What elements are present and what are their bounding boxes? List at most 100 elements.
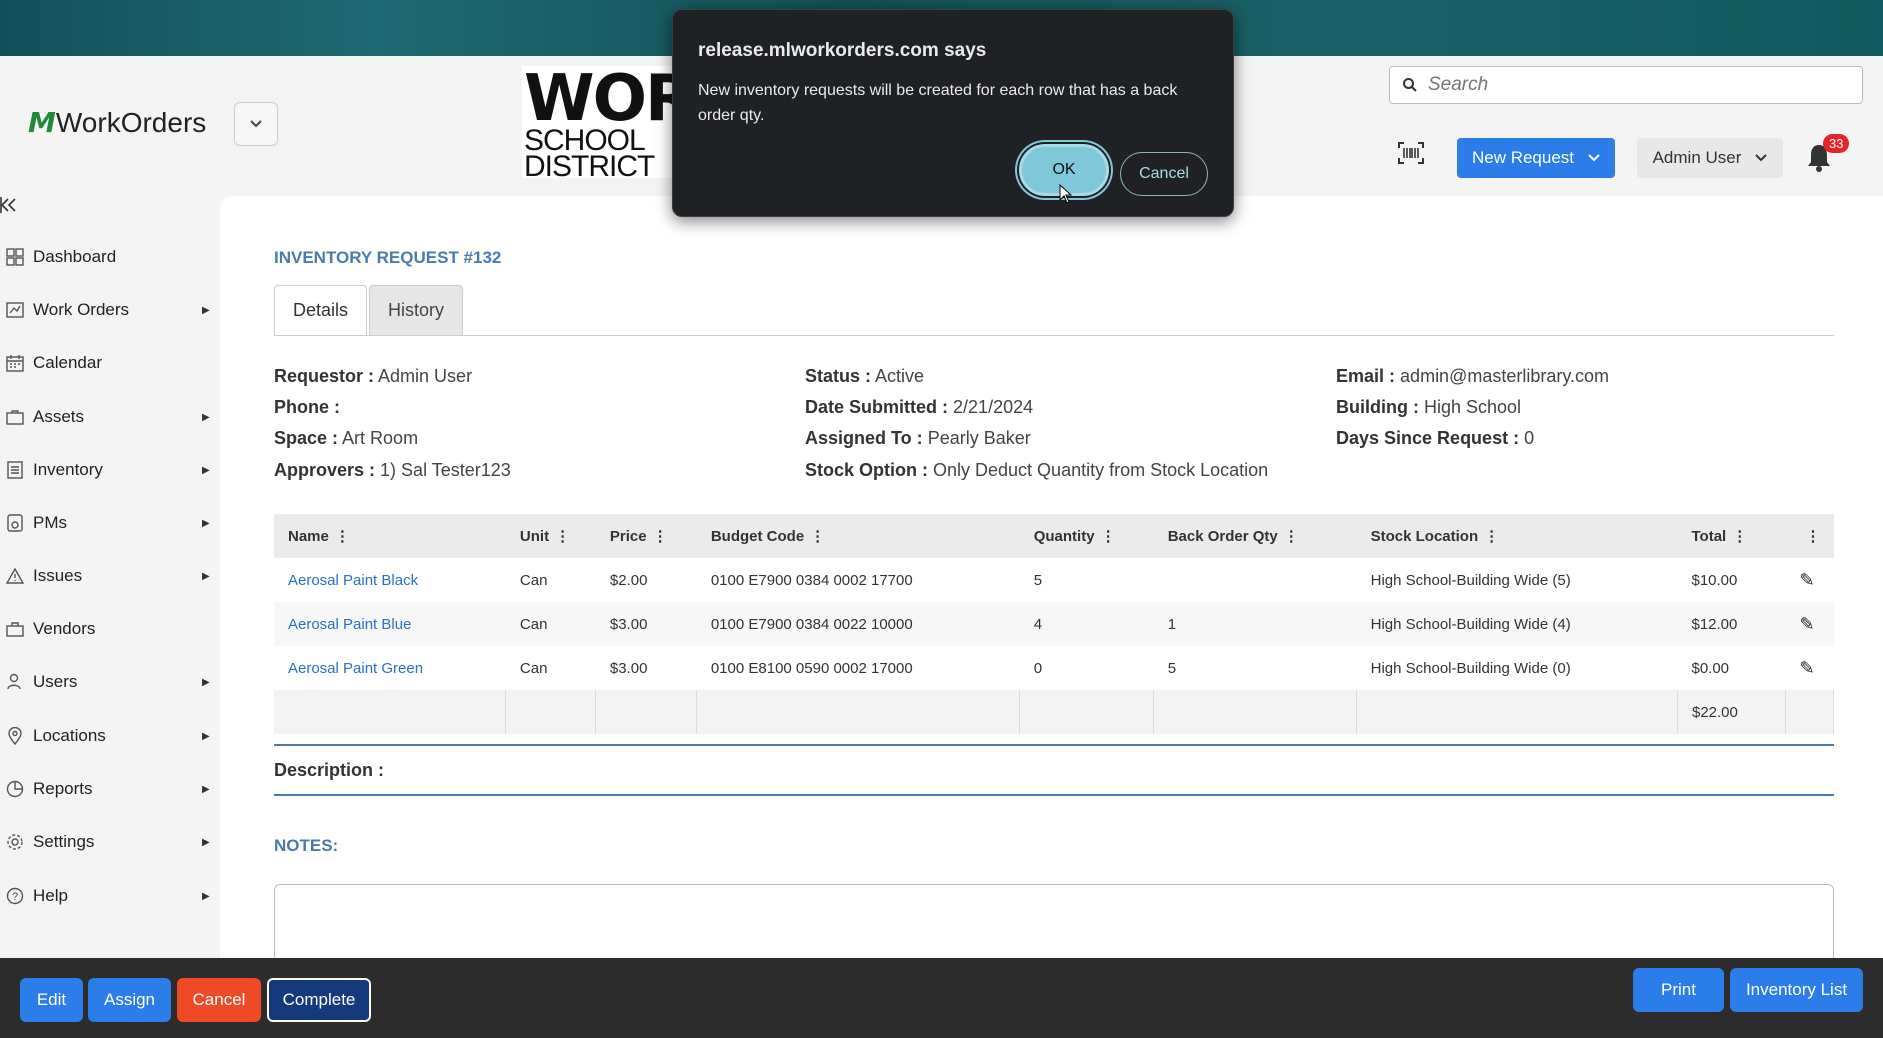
sidebar-item-dashboard[interactable]: Dashboard — [0, 240, 220, 274]
sidebar-item-locations[interactable]: Locations ▶ — [0, 719, 220, 753]
caret-right-icon: ▶ — [202, 570, 210, 582]
cell-unit: Can — [519, 659, 548, 677]
field-label: Days Since Request : — [1336, 428, 1520, 448]
cell-name[interactable]: Aerosal Paint Black — [274, 558, 506, 602]
work-orders-icon — [3, 300, 27, 320]
column-menu-icon[interactable]: ⋮ — [555, 527, 570, 545]
column-header-quantity[interactable]: Quantity ⋮ — [1019, 514, 1154, 558]
sidebar-item-label: Help — [33, 886, 68, 905]
cell-name[interactable]: Aerosal Paint Blue — [274, 602, 506, 646]
cell-budget-code: 0100 E7900 0384 0002 17700 — [710, 571, 913, 589]
date-submitted-field: Date Submitted : 2/21/2024 — [805, 397, 1033, 418]
sidebar-item-work-orders[interactable]: Work Orders ▶ — [0, 293, 220, 327]
requestor-field: Requestor : Admin User — [274, 366, 472, 387]
header-label: Budget Code — [710, 528, 805, 545]
notes-textarea[interactable] — [274, 884, 1834, 964]
table-menu-icon[interactable]: ⋮ — [1805, 527, 1820, 545]
column-menu-icon[interactable]: ⋮ — [1101, 527, 1116, 545]
description-label: Description : — [274, 760, 385, 780]
sidebar-item-pms[interactable]: PMs ▶ — [0, 506, 220, 540]
field-value: Art Room — [342, 428, 419, 448]
column-header-price[interactable]: Price ⋮ — [595, 514, 697, 558]
tab-details[interactable]: Details — [274, 285, 368, 335]
tab-divider — [274, 335, 1834, 336]
search-input[interactable] — [1428, 74, 1828, 96]
dialog-cancel-button[interactable]: Cancel — [1120, 152, 1208, 196]
cell-empty — [1356, 690, 1678, 734]
column-menu-icon[interactable]: ⋮ — [1484, 527, 1499, 545]
header-label: Name — [288, 528, 329, 545]
field-value: 1) Sal Tester123 — [380, 460, 511, 480]
barcode-scan-button[interactable] — [1396, 138, 1426, 168]
column-menu-icon[interactable]: ⋮ — [653, 527, 668, 545]
sidebar-item-users[interactable]: Users ▶ — [0, 665, 220, 699]
column-header-back-order-qty[interactable]: Back Order Qty ⋮ — [1153, 514, 1357, 558]
cell-empty — [1153, 690, 1358, 734]
users-icon — [3, 672, 27, 692]
complete-button[interactable]: Complete — [267, 978, 371, 1022]
sidebar-item-assets[interactable]: Assets ▶ — [0, 400, 220, 434]
column-menu-icon[interactable]: ⋮ — [1732, 527, 1747, 545]
brand[interactable]: M WorkOrders — [28, 106, 206, 139]
column-header-total[interactable]: Total ⋮ — [1677, 514, 1786, 558]
cell-back-order-qty: 5 — [1167, 659, 1177, 677]
description-divider-top — [274, 744, 1834, 746]
edit-button[interactable]: Edit — [20, 978, 83, 1022]
dialog-message: New inventory requests will be created f… — [698, 82, 1178, 124]
print-button[interactable]: Print — [1633, 968, 1724, 1012]
column-header-stock-location[interactable]: Stock Location ⋮ — [1356, 514, 1678, 558]
item-link[interactable]: Aerosal Paint Green — [288, 660, 423, 677]
field-label: Space : — [274, 428, 339, 448]
map-pin-icon — [3, 726, 27, 746]
collapse-sidebar-icon[interactable] — [0, 196, 20, 216]
user-menu-button[interactable]: Admin User — [1637, 138, 1783, 178]
column-menu-icon[interactable]: ⋮ — [1284, 527, 1299, 545]
sidebar-item-issues[interactable]: Issues ▶ — [0, 559, 220, 593]
inventory-list-button[interactable]: Inventory List — [1730, 968, 1863, 1012]
sidebar-item-label: Calendar — [33, 353, 102, 372]
new-request-button[interactable]: New Request — [1457, 138, 1615, 178]
column-header-unit[interactable]: Unit ⋮ — [505, 514, 596, 558]
sidebar-item-inventory[interactable]: Inventory ▶ — [0, 453, 220, 487]
header-label: Stock Location — [1370, 528, 1479, 545]
sidebar-item-reports[interactable]: Reports ▶ — [0, 772, 220, 806]
approvers-field: Approvers : 1) Sal Tester123 — [274, 460, 511, 481]
column-menu-icon[interactable]: ⋮ — [335, 527, 350, 545]
mouse-cursor-icon — [1059, 184, 1073, 204]
cell-budget-code: 0100 E7900 0384 0022 10000 — [696, 602, 1020, 646]
item-link[interactable]: Aerosal Paint Black — [288, 572, 418, 589]
sidebar-item-calendar[interactable]: Calendar — [0, 346, 220, 380]
main-content: INVENTORY REQUEST #132 Details History R… — [220, 196, 1883, 964]
edit-pencil-icon[interactable]: ✎ — [1799, 658, 1814, 678]
app-switcher-dropdown[interactable] — [234, 102, 278, 146]
cell-quantity: 4 — [1019, 602, 1154, 646]
sidebar-item-vendors[interactable]: Vendors — [0, 612, 220, 646]
column-menu-icon[interactable]: ⋮ — [810, 527, 825, 545]
sidebar-item-label: Vendors — [33, 619, 96, 638]
notifications-button[interactable]: 33 — [1805, 134, 1850, 178]
field-label: Building : — [1336, 397, 1419, 417]
caret-right-icon: ▶ — [202, 783, 210, 795]
edit-pencil-icon[interactable]: ✎ — [1799, 614, 1814, 634]
field-label: Status : — [805, 366, 872, 386]
cell-unit: Can — [519, 571, 548, 589]
stock-option-field: Stock Option : Only Deduct Quantity from… — [805, 460, 1268, 481]
cell-budget-code: 0100 E8100 0590 0002 17000 — [710, 659, 913, 677]
inventory-icon — [3, 460, 27, 480]
bottom-action-bar: Edit Assign Cancel Complete Print Invent… — [0, 958, 1883, 1038]
cell-price: $3.00 — [609, 659, 648, 677]
tab-history[interactable]: History — [369, 285, 464, 335]
sidebar-item-settings[interactable]: Settings ▶ — [0, 825, 220, 859]
edit-pencil-icon[interactable]: ✎ — [1799, 570, 1814, 590]
column-header-budget-code[interactable]: Budget Code ⋮ — [696, 514, 1020, 558]
caret-right-icon: ▶ — [202, 304, 210, 316]
sidebar-item-help[interactable]: ? Help ▶ — [0, 879, 220, 913]
item-link[interactable]: Aerosal Paint Blue — [288, 616, 411, 633]
assign-button[interactable]: Assign — [88, 978, 171, 1022]
search-box[interactable] — [1389, 66, 1863, 104]
cancel-request-button[interactable]: Cancel — [177, 978, 261, 1022]
caret-right-icon: ▶ — [202, 517, 210, 529]
column-header-name[interactable]: Name ⋮ — [274, 514, 506, 558]
cell-name[interactable]: Aerosal Paint Green — [274, 646, 506, 690]
column-header-actions[interactable]: ⋮ — [1785, 514, 1834, 558]
